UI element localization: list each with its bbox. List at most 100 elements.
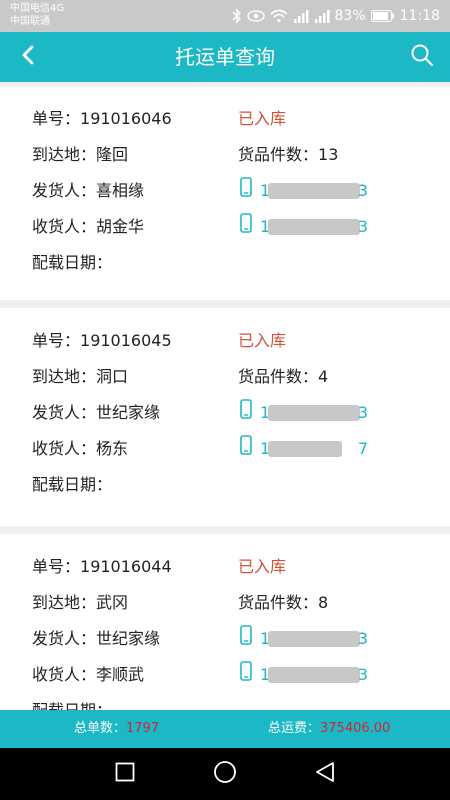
destination-row: 到达地：隆回 [32, 142, 128, 168]
status-badge: 已入库 [238, 109, 287, 128]
order-number-row: 单号：191016046 [32, 106, 172, 132]
sender-name: 喜相缘 [96, 181, 145, 200]
sender-row: 发货人：世纪家缘 [32, 400, 160, 426]
phone-icon [240, 213, 252, 241]
sender-row: 发货人：喜相缘 [32, 178, 144, 204]
sender-row: 发货人：世纪家缘 [32, 626, 160, 652]
destination-row: 到达地：武冈 [32, 590, 128, 616]
app-header: 托运单查询 [0, 32, 450, 82]
page-title: 托运单查询 [175, 45, 275, 69]
phone-icon [240, 661, 252, 689]
order-number-label: 单号： [32, 557, 81, 576]
order-number-row: 单号：191016044 [32, 554, 172, 580]
total-orders: 总单数：1797 [74, 710, 159, 748]
battery-icon [370, 10, 395, 22]
receiver-row: 收货人：胡金华 [32, 214, 144, 240]
sender-phone-number[interactable]: 1 3 [260, 400, 368, 426]
goods-count-row: 货品件数：8 [238, 590, 328, 616]
receiver-phone-last-digit: 3 [357, 217, 368, 236]
order-number-label: 单号： [32, 331, 81, 350]
receiver-label: 收货人： [32, 439, 97, 458]
phone-mask [268, 631, 360, 647]
signal-icon-2 [314, 9, 330, 23]
load-date-row: 配载日期： [32, 250, 112, 276]
total-orders-value: 1797 [126, 721, 160, 736]
square-icon [115, 762, 135, 786]
total-freight-value: 375406.00 [320, 721, 391, 736]
search-icon [410, 43, 434, 71]
receiver-row: 收货人：李顺武 [32, 662, 144, 688]
order-number: 191016046 [80, 109, 172, 128]
bluetooth-icon [232, 8, 242, 24]
receiver-phone[interactable]: 1 3 [240, 213, 368, 241]
order-list[interactable]: 单号：191016046 已入库 到达地：隆回 货品件数：13 发货人：喜相缘 … [0, 82, 450, 710]
receiver-phone-last-digit: 7 [357, 439, 368, 458]
order-card[interactable]: 单号：191016046 已入库 到达地：隆回 货品件数：13 发货人：喜相缘 … [0, 86, 450, 300]
receiver-phone-number[interactable]: 1 3 [260, 214, 368, 240]
goods-count: 4 [318, 367, 329, 386]
destination: 隆回 [96, 145, 129, 164]
status-badge: 已入库 [238, 557, 287, 576]
sender-phone-last-digit: 3 [357, 403, 368, 422]
receiver-name: 胡金华 [96, 217, 145, 236]
receiver-phone[interactable]: 1 3 [240, 661, 368, 689]
recents-button[interactable] [111, 760, 139, 788]
total-freight: 总运费：375406.00 [268, 710, 390, 748]
phone-icon [240, 399, 252, 427]
sender-label: 发货人： [32, 629, 97, 648]
receiver-name: 李顺武 [96, 665, 145, 684]
sender-phone-number[interactable]: 1 3 [260, 626, 368, 652]
order-card[interactable]: 单号：191016045 已入库 到达地：洞口 货品件数：4 发货人：世纪家缘 … [0, 308, 450, 526]
destination: 洞口 [96, 367, 129, 386]
status-badge: 已入库 [238, 331, 287, 350]
search-button[interactable] [402, 37, 442, 77]
receiver-label: 收货人： [32, 217, 97, 236]
destination-row: 到达地：洞口 [32, 364, 128, 390]
order-number-label: 单号： [32, 109, 81, 128]
phone-icon [240, 177, 252, 205]
load-date-label: 配载日期： [32, 253, 113, 272]
goods-count: 13 [318, 145, 339, 164]
sender-phone[interactable]: 1 3 [240, 625, 368, 653]
receiver-phone-number[interactable]: 1 7 [260, 436, 368, 462]
sender-name: 世纪家缘 [96, 403, 161, 422]
phone-icon [240, 625, 252, 653]
load-date-row: 配载日期： [32, 698, 112, 710]
status-bar: 中国电信4G 中国联通 83% 11:18 [0, 0, 450, 32]
status-icons: 83% 11:18 [232, 6, 440, 26]
carrier-line-2: 中国联通 [10, 16, 50, 27]
carrier-line-1: 中国电信4G [10, 3, 65, 14]
back-nav-button[interactable] [311, 760, 339, 788]
back-button[interactable] [8, 37, 48, 77]
goods-count-label: 货品件数： [238, 367, 319, 386]
receiver-row: 收货人：杨东 [32, 436, 128, 462]
sender-phone-number[interactable]: 1 3 [260, 178, 368, 204]
order-number-row: 单号：191016045 [32, 328, 172, 354]
phone-mask [268, 219, 360, 235]
phone-mask [268, 667, 360, 683]
sender-label: 发货人： [32, 403, 97, 422]
phone-mask [268, 405, 360, 421]
sender-phone[interactable]: 1 3 [240, 399, 368, 427]
goods-count-label: 货品件数： [238, 145, 319, 164]
goods-count-row: 货品件数：4 [238, 364, 328, 390]
home-button[interactable] [211, 760, 239, 788]
total-orders-label: 总单数： [74, 721, 127, 736]
total-freight-label: 总运费： [268, 721, 321, 736]
load-date-label: 配载日期： [32, 701, 112, 710]
receiver-label: 收货人： [32, 665, 97, 684]
load-date-row: 配载日期： [32, 472, 112, 498]
order-number: 191016044 [80, 557, 172, 576]
receiver-phone-number[interactable]: 1 3 [260, 662, 368, 688]
sender-name: 世纪家缘 [96, 629, 161, 648]
phone-mask [268, 183, 360, 199]
goods-count: 8 [318, 593, 329, 612]
destination-label: 到达地： [32, 367, 97, 386]
destination-label: 到达地： [32, 593, 97, 612]
receiver-phone-last-digit: 3 [357, 665, 368, 684]
sender-phone[interactable]: 1 3 [240, 177, 368, 205]
wifi-icon [269, 9, 288, 23]
phone-mask [268, 441, 342, 457]
receiver-phone[interactable]: 1 7 [240, 435, 368, 462]
order-card[interactable]: 单号：191016044 已入库 到达地：武冈 货品件数：8 发货人：世纪家缘 … [0, 534, 450, 710]
